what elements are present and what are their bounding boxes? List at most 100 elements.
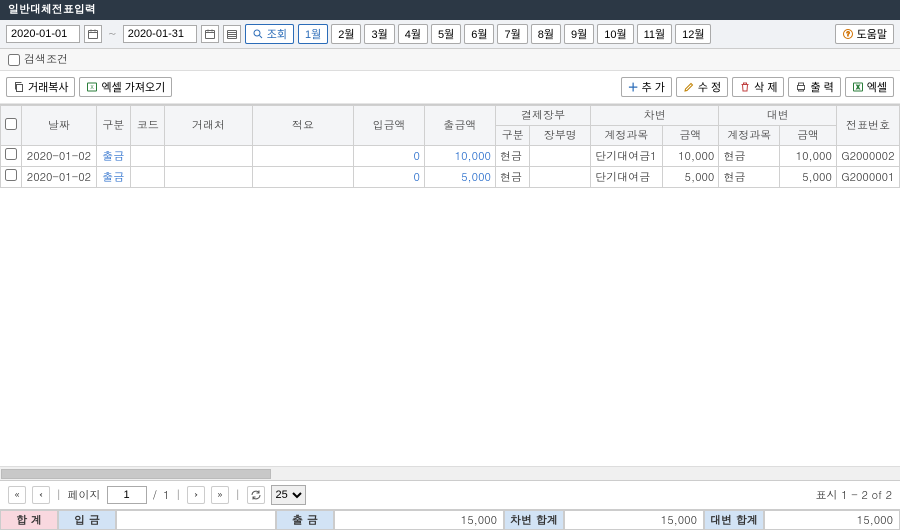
header-debit-acct: 계정과목: [591, 126, 662, 146]
month-button-1[interactable]: 1월: [298, 24, 328, 44]
header-date: 날짜: [22, 106, 96, 146]
cell-debit-acct: 단기대여금1: [591, 146, 662, 167]
cell-out-amt: 5,000: [424, 167, 495, 188]
edit-button[interactable]: 수 정: [676, 77, 728, 97]
calendar-from-icon[interactable]: [84, 25, 102, 43]
help-button-label: 도움말: [857, 26, 887, 42]
month-button-2[interactable]: 2월: [331, 24, 361, 44]
month-button-4[interactable]: 4월: [398, 24, 428, 44]
month-button-3[interactable]: 3월: [364, 24, 394, 44]
cell-in-amt: 0: [354, 146, 425, 167]
header-credit-group: 대변: [719, 106, 837, 126]
excel-import-button[interactable]: X 엑셀 가져오기: [79, 77, 172, 97]
cell-vendor: [165, 167, 252, 188]
select-all-checkbox[interactable]: [5, 118, 17, 130]
month-button-10[interactable]: 10월: [597, 24, 633, 44]
cell-pay-book: [530, 146, 591, 167]
excel-import-button-label: 엑셀 가져오기: [101, 79, 165, 95]
month-button-6[interactable]: 6월: [464, 24, 494, 44]
excel-button[interactable]: X 엑셀: [845, 77, 894, 97]
refresh-button[interactable]: [247, 486, 265, 504]
header-vendor: 거래처: [165, 106, 252, 146]
cell-credit-acct: 현금: [719, 167, 780, 188]
print-button-label: 출 력: [810, 79, 833, 95]
search-button[interactable]: 조회: [245, 24, 294, 44]
copy-button[interactable]: 거래복사: [6, 77, 75, 97]
cell-credit-amt: 5,000: [780, 167, 837, 188]
svg-text:X: X: [856, 85, 860, 91]
row-checkbox[interactable]: [5, 169, 17, 181]
cell-slipno: G2000002: [836, 146, 899, 167]
condition-checkbox[interactable]: [8, 54, 20, 66]
last-page-button[interactable]: »: [211, 486, 229, 504]
cell-slipno: G2000001: [836, 167, 899, 188]
summary-in-label: 입 금: [58, 510, 116, 530]
cell-code: [131, 146, 165, 167]
header-checkbox-col: [1, 106, 22, 146]
table-row[interactable]: 2020-01-02출금05,000현금단기대여금5,000현금5,000G20…: [1, 167, 900, 188]
cell-in-amt: 0: [354, 167, 425, 188]
cell-debit-acct: 단기대여금: [591, 167, 662, 188]
summary-bar: 합 계 입 금 출 금 15,000 차변 합계 15,000 대변 합계 15…: [0, 509, 900, 531]
print-button[interactable]: 출 력: [788, 77, 840, 97]
month-button-12[interactable]: 12월: [675, 24, 711, 44]
action-toolbar: 거래복사 X 엑셀 가져오기 ＋추 가 수 정 삭 제 출 력 X 엑셀: [0, 71, 900, 104]
month-button-8[interactable]: 8월: [531, 24, 561, 44]
help-button[interactable]: ? 도움말: [835, 24, 894, 44]
delete-button-label: 삭 제: [754, 79, 777, 95]
page-size-select[interactable]: 25: [271, 485, 306, 505]
prev-page-button[interactable]: ‹: [32, 486, 50, 504]
summary-in-value: [116, 510, 276, 530]
page-slash: /: [153, 488, 158, 503]
month-button-5[interactable]: 5월: [431, 24, 461, 44]
summary-debit-label: 차변 합계: [504, 510, 564, 530]
first-page-button[interactable]: «: [8, 486, 26, 504]
svg-text:?: ?: [846, 32, 850, 38]
date-range-icon[interactable]: [223, 25, 241, 43]
horizontal-scrollbar[interactable]: [0, 466, 900, 480]
table-row[interactable]: 2020-01-02출금010,000현금단기대여금110,000현금10,00…: [1, 146, 900, 167]
search-button-label: 조회: [267, 26, 287, 42]
cell-pay-type: 현금: [495, 146, 529, 167]
cell-desc: [252, 167, 353, 188]
cell-code: [131, 167, 165, 188]
excel-button-label: 엑셀: [867, 79, 887, 95]
header-slipno: 전표번호: [836, 106, 899, 146]
date-from-input[interactable]: [6, 25, 80, 43]
header-pay-type: 구분: [495, 126, 529, 146]
cell-credit-amt: 10,000: [780, 146, 837, 167]
summary-credit-value: 15,000: [764, 510, 900, 530]
month-button-9[interactable]: 9월: [564, 24, 594, 44]
cell-debit-amt: 5,000: [662, 167, 719, 188]
next-page-button[interactable]: ›: [187, 486, 205, 504]
cell-credit-acct: 현금: [719, 146, 780, 167]
cell-debit-amt: 10,000: [662, 146, 719, 167]
add-button[interactable]: ＋추 가: [621, 77, 672, 97]
header-type: 구분: [96, 106, 130, 146]
svg-text:X: X: [91, 85, 95, 91]
month-button-7[interactable]: 7월: [497, 24, 527, 44]
header-in-amt: 입금액: [354, 106, 425, 146]
header-debit-group: 차변: [591, 106, 719, 126]
cell-date: 2020-01-02: [22, 146, 96, 167]
row-checkbox[interactable]: [5, 148, 17, 160]
page-total: 1: [163, 488, 169, 503]
plus-icon: ＋: [628, 79, 639, 95]
month-button-11[interactable]: 11월: [637, 24, 673, 44]
date-to-input[interactable]: [123, 25, 197, 43]
cell-type[interactable]: 출금: [96, 167, 130, 188]
page-input[interactable]: [107, 486, 147, 504]
condition-row: 검색조건: [0, 49, 900, 71]
condition-label: 검색조건: [24, 52, 68, 67]
filter-toolbar: ~ 조회 1월2월3월4월5월6월7월8월9월10월11월12월 ?도움말: [0, 20, 900, 49]
calendar-to-icon[interactable]: [201, 25, 219, 43]
delete-button[interactable]: 삭 제: [732, 77, 784, 97]
cell-type[interactable]: 출금: [96, 146, 130, 167]
copy-button-label: 거래복사: [28, 79, 68, 95]
scrollbar-thumb[interactable]: [1, 469, 271, 479]
header-debit-amt: 금액: [662, 126, 719, 146]
add-button-label: 추 가: [642, 79, 665, 95]
cell-out-amt: 10,000: [424, 146, 495, 167]
pager-bar: « ‹ | 페이지 / 1 | › » | 25 표시 1 - 2 of 2: [0, 480, 900, 509]
header-credit-acct: 계정과목: [719, 126, 780, 146]
